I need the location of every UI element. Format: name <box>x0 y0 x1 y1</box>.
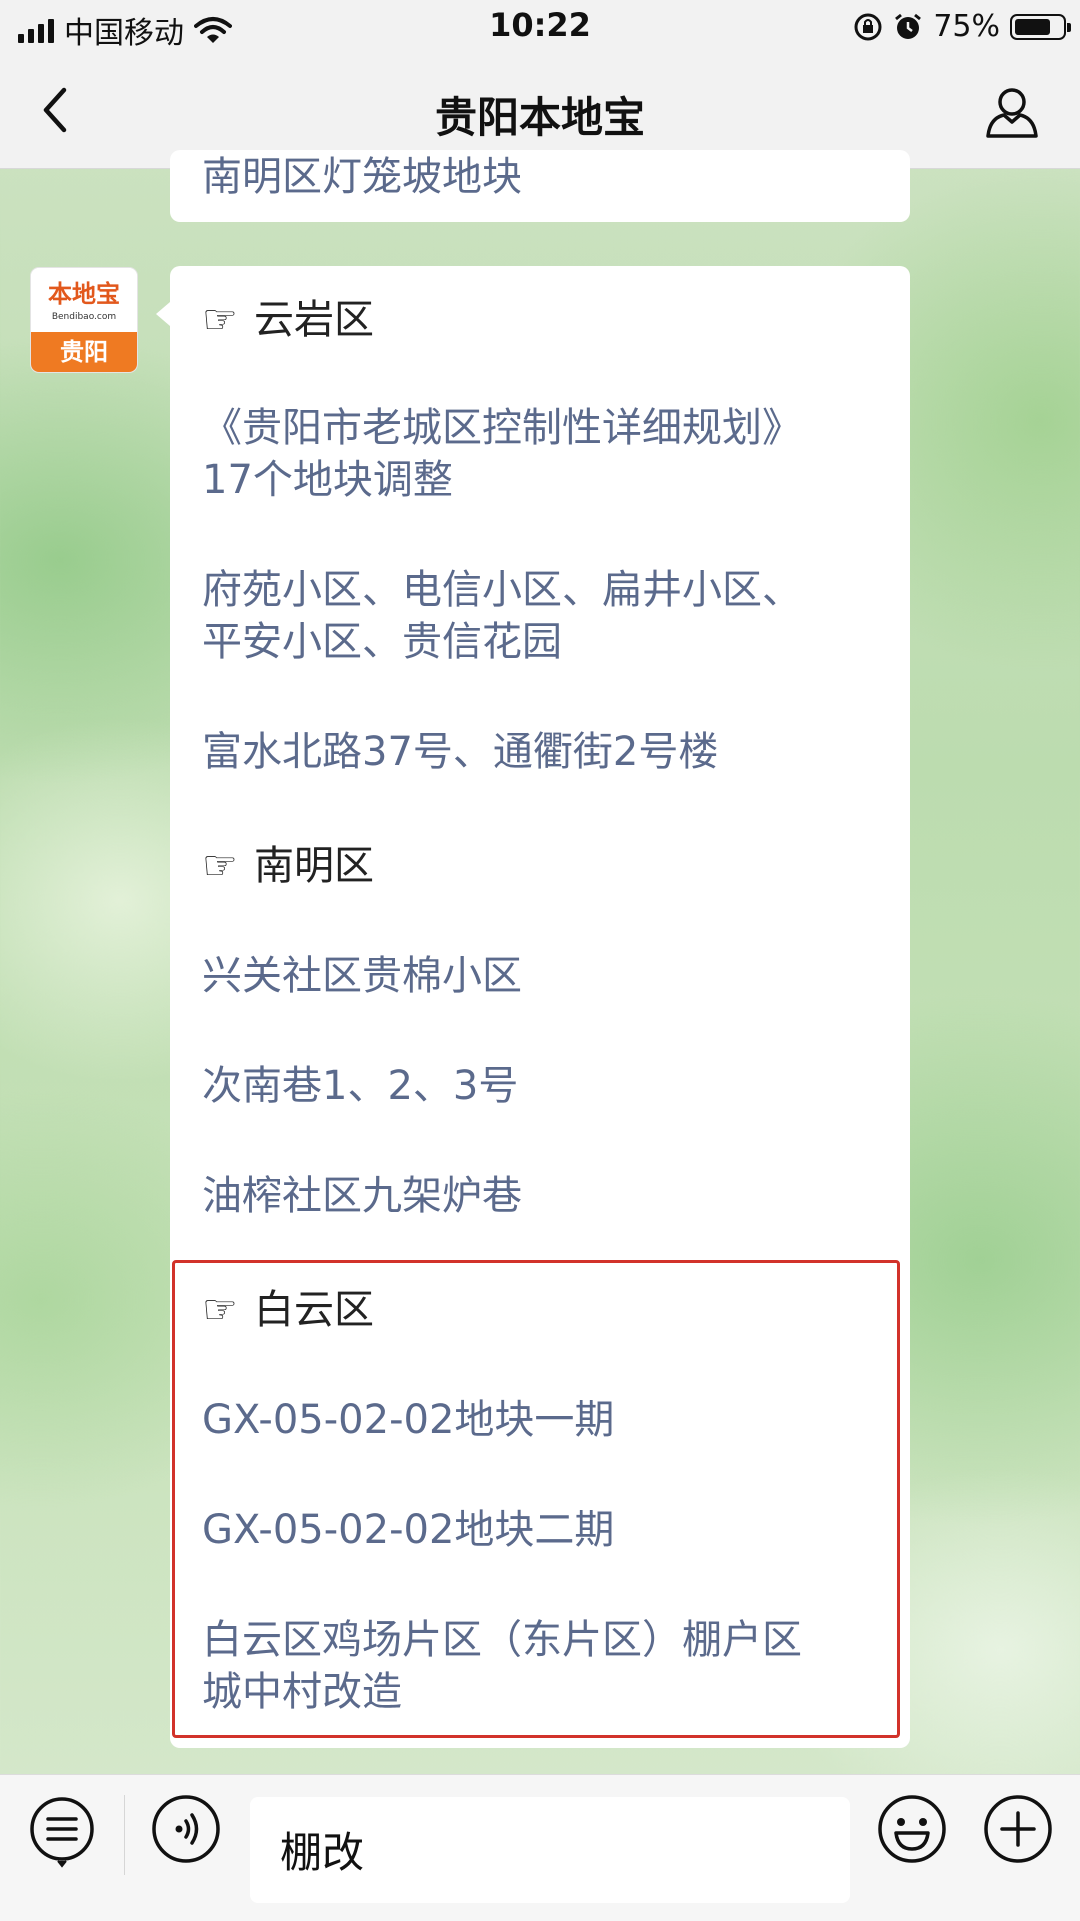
list-item: 府苑小区、电信小区、扁井小区、 <box>202 567 802 613</box>
list-item: 油榨社区九架炉巷 <box>202 1173 522 1219</box>
plus-icon[interactable] <box>978 1789 1058 1869</box>
district-heading: ☞ 南明区 <box>202 840 374 892</box>
pointing-hand-icon: ☞ <box>202 843 238 889</box>
message-bubble[interactable]: ☞ 云岩区 《贵阳市老城区控制性详细规划》 17个地块调整 府苑小区、电信小区、扁… <box>156 266 910 1748</box>
list-item: 城中村改造 <box>202 1669 402 1715</box>
list-item: 白云区鸡场片区（东片区）棚户区 <box>202 1617 802 1663</box>
avatar-city-text: 贵阳 <box>31 332 137 372</box>
list-item: GX-05-02-02地块一期 <box>202 1397 615 1443</box>
person-icon[interactable] <box>984 84 1040 140</box>
orientation-lock-icon <box>854 13 882 40</box>
list-item: 平安小区、贵信花园 <box>202 619 562 665</box>
battery-icon <box>1010 13 1071 40</box>
pointing-hand-icon: ☞ <box>202 297 238 343</box>
emoji-icon[interactable] <box>872 1789 952 1869</box>
avatar-brand-text: 本地宝 <box>48 280 120 308</box>
pointing-hand-icon: ☞ <box>202 1287 238 1333</box>
list-item: GX-05-02-02地块二期 <box>202 1507 615 1553</box>
list-item: 富水北路37号、通衢街2号楼 <box>202 729 719 775</box>
voice-icon[interactable] <box>146 1789 226 1869</box>
list-item: 《贵阳市老城区控制性详细规划》 <box>202 405 802 451</box>
input-bar: 棚改 <box>0 1774 1080 1921</box>
previous-message-bubble[interactable]: 南明区灯笼坡地块 <box>170 150 910 222</box>
avatar-logo: 本地宝 Bendibao.com <box>31 268 137 332</box>
avatar-site-text: Bendibao.com <box>51 312 117 322</box>
district-heading: ☞ 白云区 <box>202 1284 374 1336</box>
avatar[interactable]: 本地宝 Bendibao.com 贵阳 <box>31 268 137 372</box>
page-title: 贵阳本地宝 <box>434 93 645 142</box>
district-heading: ☞ 云岩区 <box>202 294 374 346</box>
list-item: 次南巷1、2、3号 <box>202 1063 519 1109</box>
list-item: 兴关社区贵棉小区 <box>202 953 522 999</box>
previous-message-text: 南明区灯笼坡地块 <box>202 154 522 200</box>
message-input-text: 棚改 <box>280 1828 365 1877</box>
battery-percent: 75% <box>933 9 1000 44</box>
status-right: 75% <box>853 9 1071 44</box>
status-bar: 中国移动 10:22 75% <box>0 0 1080 54</box>
menu-list-icon[interactable] <box>22 1789 102 1869</box>
input-bar-divider <box>124 1795 125 1875</box>
alarm-icon <box>895 13 922 39</box>
message-input[interactable]: 棚改 <box>250 1797 850 1903</box>
list-item: 17个地块调整 <box>202 457 453 503</box>
